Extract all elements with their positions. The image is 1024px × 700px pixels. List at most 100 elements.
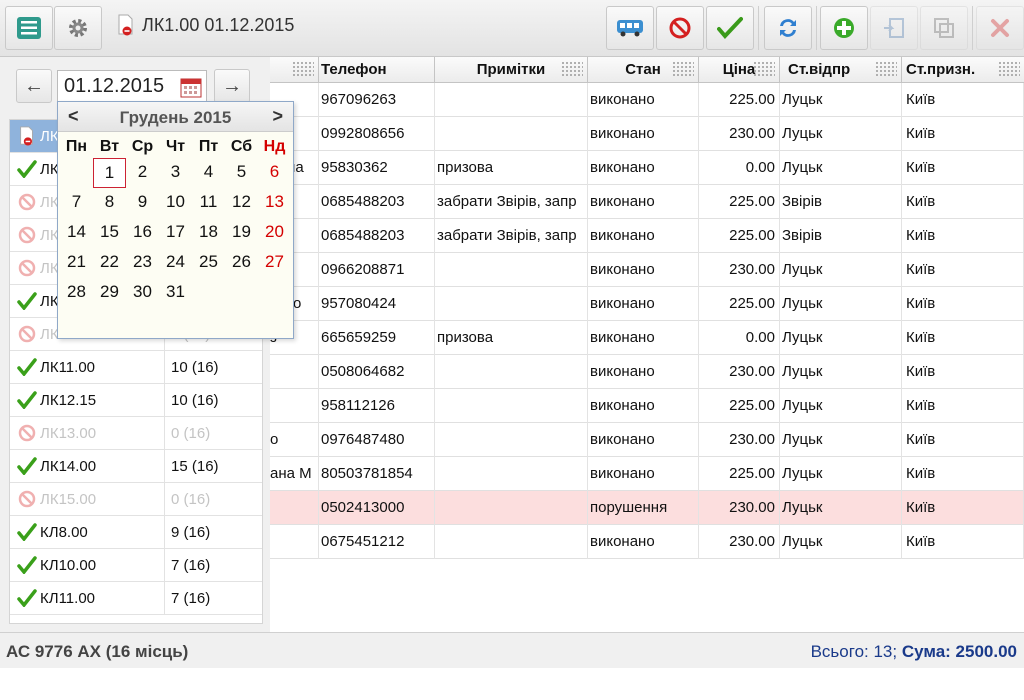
table-row[interactable]: 0685488203 забрати Звірів, запр виконано 22…: [270, 219, 1024, 253]
calendar-day[interactable]: 3: [159, 158, 192, 188]
bus-button[interactable]: [606, 6, 654, 50]
cell-state: виконано: [588, 525, 699, 559]
column-header-price[interactable]: Ціна: [699, 57, 780, 83]
route-seat-count: 7 (16): [164, 582, 210, 615]
copy-button[interactable]: [920, 6, 968, 50]
route-list-item[interactable]: ЛК11.00 10 (16): [10, 351, 262, 384]
table-row[interactable]: 0966208871 виконано 230.00 Луцьк Київ: [270, 253, 1024, 287]
calendar-day[interactable]: 2: [126, 158, 159, 188]
cell-notes: забрати Звірів, запр: [435, 219, 588, 253]
column-header-from[interactable]: Ст.відпр: [780, 57, 902, 83]
delete-button[interactable]: [976, 6, 1024, 50]
cell-phone: 0508064682: [319, 355, 435, 389]
column-header-name[interactable]: [270, 57, 319, 83]
next-date-button[interactable]: →: [214, 69, 250, 103]
confirm-button[interactable]: [706, 6, 754, 50]
route-name: ЛК11.00: [40, 358, 96, 376]
column-header-phone[interactable]: Телефон: [319, 57, 435, 83]
settings-button[interactable]: [54, 6, 102, 50]
table-row[interactable]: 967096263 виконано 225.00 Луцьк Київ: [270, 83, 1024, 117]
cell-name: о: [270, 423, 319, 457]
table-row[interactable]: етро957080424виконано225.00ЛуцькКиїв: [270, 287, 1024, 321]
table-row[interactable]: 0508064682 виконано 230.00 Луцьк Київ: [270, 355, 1024, 389]
calendar-day[interactable]: 11: [192, 188, 225, 218]
calendar-day[interactable]: 15: [93, 218, 126, 248]
calendar-day[interactable]: 19: [225, 218, 258, 248]
list-view-button[interactable]: [5, 6, 53, 50]
calendar-day[interactable]: 4: [192, 158, 225, 188]
calendar-day[interactable]: 28: [60, 278, 93, 308]
date-field[interactable]: 01.12.2015: [57, 70, 207, 104]
checkmark-icon: [14, 589, 40, 607]
table-row[interactable]: 0685488203 забрати Звірів, запр виконано 22…: [270, 185, 1024, 219]
cell-from: Звірів: [780, 185, 902, 219]
route-list-item[interactable]: ЛК15.00 0 (16): [10, 483, 262, 516]
route-list-item[interactable]: ЛК14.00 15 (16): [10, 450, 262, 483]
cell-phone: 0502413000: [319, 491, 435, 525]
calendar-day[interactable]: 16: [126, 218, 159, 248]
cell-price: 225.00: [699, 185, 780, 219]
calendar-day[interactable]: 25: [192, 248, 225, 278]
calendar-icon[interactable]: [180, 76, 202, 98]
prev-date-button[interactable]: ←: [16, 69, 52, 103]
table-row[interactable]: 0675451212 виконано 230.00 Луцьк Київ: [270, 525, 1024, 559]
calendar-day[interactable]: 18: [192, 218, 225, 248]
calendar-day[interactable]: 26: [225, 248, 258, 278]
move-button[interactable]: [870, 6, 918, 50]
route-list-item[interactable]: ЛК13.00 0 (16): [10, 417, 262, 450]
calendar-day[interactable]: 20: [258, 218, 291, 248]
route-name: КЛ11.00: [40, 589, 96, 607]
refresh-button[interactable]: [764, 6, 812, 50]
bus-icon: [617, 20, 643, 37]
calendar-day[interactable]: 22: [93, 248, 126, 278]
calendar-day[interactable]: 23: [126, 248, 159, 278]
calendar-day[interactable]: 8: [93, 188, 126, 218]
add-button[interactable]: [820, 6, 868, 50]
table-row[interactable]: 958112126 виконано 225.00 Луцьк Київ: [270, 389, 1024, 423]
cell-to: Київ: [902, 117, 1024, 151]
calendar-day[interactable]: 9: [126, 188, 159, 218]
table-row[interactable]: 0992808656 виконано 230.00 Луцьк Київ: [270, 117, 1024, 151]
route-list-item[interactable]: КЛ10.00 7 (16): [10, 549, 262, 582]
calendar-day[interactable]: 24: [159, 248, 192, 278]
column-header-notes[interactable]: Примітки: [435, 57, 588, 83]
calendar-day[interactable]: 31: [159, 278, 192, 308]
status-bar: АС 9776 АХ (16 місць) Всього: 13; Сума: …: [0, 632, 1024, 668]
calendar-day[interactable]: 5: [225, 158, 258, 188]
table-row[interactable]: 0502413000 порушення 230.00 Луцьк Київ: [270, 491, 1024, 525]
calendar-day[interactable]: 21: [60, 248, 93, 278]
forbidden-icon: [14, 226, 40, 244]
calendar-day[interactable]: 6: [258, 158, 291, 188]
calendar-day[interactable]: 7: [60, 188, 93, 218]
calendar-day[interactable]: 29: [93, 278, 126, 308]
cell-name: ана М: [270, 457, 319, 491]
column-header-to[interactable]: Ст.призн.: [902, 57, 1024, 83]
table-row[interactable]: з665659259призовавиконано0.00ЛуцькКиїв: [270, 321, 1024, 355]
calendar-day[interactable]: 13: [258, 188, 291, 218]
calendar-day-today[interactable]: 1: [93, 158, 126, 188]
calendar-day[interactable]: 27: [258, 248, 291, 278]
route-list-item[interactable]: КЛ8.00 9 (16): [10, 516, 262, 549]
cell-to: Київ: [902, 185, 1024, 219]
table-row[interactable]: ана М 80503781854 виконано 225.00 Луцьк Київ: [270, 457, 1024, 491]
calendar-day[interactable]: 14: [60, 218, 93, 248]
column-header-state[interactable]: Стан: [588, 57, 699, 83]
cell-notes: [435, 287, 588, 321]
cell-phone: 80503781854: [319, 457, 435, 491]
column-header-to-label: Ст.призн.: [906, 61, 976, 78]
checkmark-icon: [14, 556, 40, 574]
cell-state: виконано: [588, 287, 699, 321]
calendar-day[interactable]: 17: [159, 218, 192, 248]
route-list-item[interactable]: КЛ11.00 7 (16): [10, 582, 262, 615]
cell-price: 0.00: [699, 151, 780, 185]
calendar-day[interactable]: 12: [225, 188, 258, 218]
route-list-item[interactable]: ЛК12.15 10 (16): [10, 384, 262, 417]
date-value: 01.12.2015: [64, 75, 165, 97]
calendar-day[interactable]: 30: [126, 278, 159, 308]
cancel-trip-button[interactable]: [656, 6, 704, 50]
cell-price: 230.00: [699, 117, 780, 151]
calendar-day[interactable]: 10: [159, 188, 192, 218]
table-row[interactable]: тома95830362призовавиконано0.00ЛуцькКиїв: [270, 151, 1024, 185]
calendar-next-month[interactable]: >: [272, 106, 283, 127]
table-row[interactable]: о 0976487480 виконано 230.00 Луцьк Київ: [270, 423, 1024, 457]
